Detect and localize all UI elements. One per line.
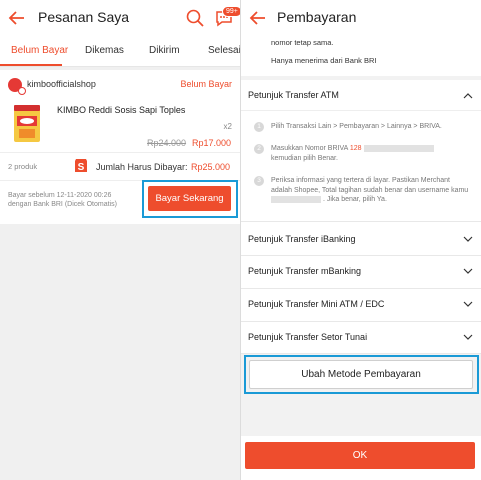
chevron-down-icon[interactable] [463,236,473,242]
original-price: Rp24.000 [147,138,187,148]
note-line: nomor tetap sama. [271,38,334,47]
section-title[interactable]: Petunjuk Transfer Mini ATM / EDC [248,299,384,309]
discount-price: Rp17.000 [192,138,232,148]
svg-text:S: S [78,162,85,173]
blurred-username [271,195,321,203]
section-title[interactable]: Petunjuk Transfer mBanking [248,266,361,276]
divider [0,152,240,153]
order-tabs: Belum Bayar Dikemas Dikirim Selesai [0,36,240,67]
step-text-part: Masukkan Nomor BRIVA [271,145,348,152]
tab-dikirim[interactable]: Dikirim [149,45,180,56]
section-title[interactable]: Petunjuk Transfer Setor Tunai [248,332,367,342]
product-name: KIMBO Reddi Sosis Sapi Toples [57,105,186,115]
chat-badge: 99+ [222,6,240,17]
step-number: 3 [254,176,264,186]
mbanking-instructions[interactable]: Petunjuk Transfer mBanking [241,256,481,289]
pay-now-button[interactable]: Bayar Sekarang [148,186,231,211]
step-text: Masukkan Nomor BRIVA 128 kemudian pilih … [271,144,471,163]
orders-header: Pesanan Saya 99+ [0,0,240,36]
step-text-part: kemudian pilih Benar. [271,154,338,162]
tab-dikemas[interactable]: Dikemas [85,45,124,56]
mini-atm-instructions[interactable]: Petunjuk Transfer Mini ATM / EDC [241,289,481,322]
blurred-number [363,144,434,152]
step-number: 1 [254,122,264,132]
order-status: Belum Bayar [180,79,232,89]
change-payment-method-button[interactable]: Ubah Metode Pembayaran [249,360,473,389]
shopee-pay-icon: S [75,159,87,173]
step-text-part: Periksa informasi yang tertera di layar.… [271,177,469,194]
orders-screen: Pesanan Saya 99+ Belum Bayar Dikemas Dik… [0,0,240,480]
divider [241,110,481,111]
briva-number: 128 [349,145,362,152]
product-count: 2 produk [8,162,38,171]
chevron-up-icon[interactable] [463,93,473,99]
payment-deadline-note: Bayar sebelum 12-11-2020 00:26 dengan Ba… [8,191,143,209]
step-text: Pilih Transaksi Lain > Pembayaran > Lain… [271,123,442,130]
cash-deposit-instructions[interactable]: Petunjuk Transfer Setor Tunai [241,322,481,354]
atm-instructions: Petunjuk Transfer ATM 1 Pilih Transaksi … [241,80,481,222]
note-line: Hanya menerima dari Bank BRI [271,56,377,65]
shop-name[interactable]: kimboofficialshop [27,79,96,89]
tab-selesai[interactable]: Selesai [208,45,240,56]
product-quantity: x2 [223,122,232,131]
total-value: Rp25.000 [191,162,231,172]
back-arrow-icon[interactable] [249,9,267,27]
step-number: 2 [254,144,264,154]
search-icon[interactable] [186,9,204,27]
section-title[interactable]: Petunjuk Transfer iBanking [248,234,356,244]
chevron-down-icon[interactable] [463,334,473,340]
product-thumbnail [8,102,46,144]
official-shop-icon [18,87,26,95]
step-text-part: . Jika benar, pilih Ya. [322,196,387,203]
ok-button[interactable]: OK [245,442,475,469]
tab-belum-bayar[interactable]: Belum Bayar [11,45,68,56]
section-title[interactable]: Petunjuk Transfer ATM [248,90,339,100]
total-label: Jumlah Harus Dibayar: [96,162,188,172]
active-tab-indicator [0,64,62,66]
back-arrow-icon[interactable] [8,9,26,27]
chevron-down-icon[interactable] [463,301,473,307]
step-text: Periksa informasi yang tertera di layar.… [271,176,471,205]
payment-bank: dengan Bank BRI (Dicek Otomatis) [8,201,117,208]
payment-header: Pembayaran [241,0,481,37]
payment-screen: Pembayaran nomor tetap sama. Hanya mener… [241,0,481,480]
payment-deadline: Bayar sebelum 12-11-2020 00:26 [8,192,112,199]
page-title: Pembayaran [277,9,357,25]
chevron-down-icon[interactable] [463,268,473,274]
page-title: Pesanan Saya [38,9,130,25]
bank-note: nomor tetap sama. Hanya menerima dari Ba… [241,36,481,76]
ibanking-instructions[interactable]: Petunjuk Transfer iBanking [241,222,481,256]
